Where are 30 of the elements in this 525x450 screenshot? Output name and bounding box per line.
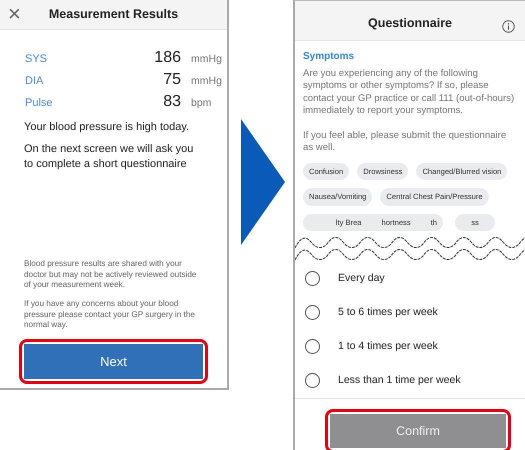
- next-button[interactable]: Next: [24, 344, 203, 379]
- radio-button[interactable]: [305, 373, 320, 388]
- info-text: On the next screen we will ask you to complete a short questionnaire: [24, 142, 194, 171]
- option-label[interactable]: 1 to 4 times per week: [338, 339, 438, 355]
- reading-value: 75: [162, 70, 181, 90]
- status-text: Your blood pressure is high today.: [24, 120, 190, 134]
- question-text: Are you experiencing any of the following symptoms or other symptoms? If so, please contact your GP practice or call 111 (out-of-hours) immediately to report your symptoms.: [303, 68, 516, 118]
- section-heading: Symptoms: [303, 50, 356, 64]
- option-label[interactable]: Less than 1 time per week: [338, 373, 461, 389]
- screen-title: Measurement Results: [48, 6, 178, 24]
- info-icon[interactable]: [502, 20, 515, 33]
- close-icon[interactable]: ×: [8, 3, 21, 25]
- reading-label: SYS: [25, 52, 48, 67]
- radio-button[interactable]: [305, 339, 320, 354]
- note-text: If you have any concerns about your blood pressure please contact your GP surgery in the normal way.: [24, 299, 196, 331]
- option-label[interactable]: 5 to 6 times per week: [338, 305, 438, 321]
- reading-label: DIA: [25, 74, 44, 89]
- screen-title: Questionnaire: [368, 15, 452, 32]
- reading-value: 83: [162, 92, 181, 112]
- question-text: If you feel able, please submit the questionnaire as well.: [303, 130, 508, 155]
- reading-unit: mmHg: [191, 52, 222, 67]
- reading-unit: bpm: [191, 96, 212, 111]
- reading-unit: mmHg: [191, 74, 222, 89]
- reading-label: Pulse: [25, 96, 54, 111]
- note-text: Blood pressure results are shared with your doctor but may not be actively reviewed outside of your measurement week.: [24, 259, 198, 292]
- radio-button[interactable]: [305, 305, 320, 320]
- radio-button[interactable]: [305, 271, 320, 286]
- option-label[interactable]: Every day: [338, 271, 385, 287]
- reading-value: 186: [153, 48, 181, 68]
- arrow-icon: [241, 119, 285, 245]
